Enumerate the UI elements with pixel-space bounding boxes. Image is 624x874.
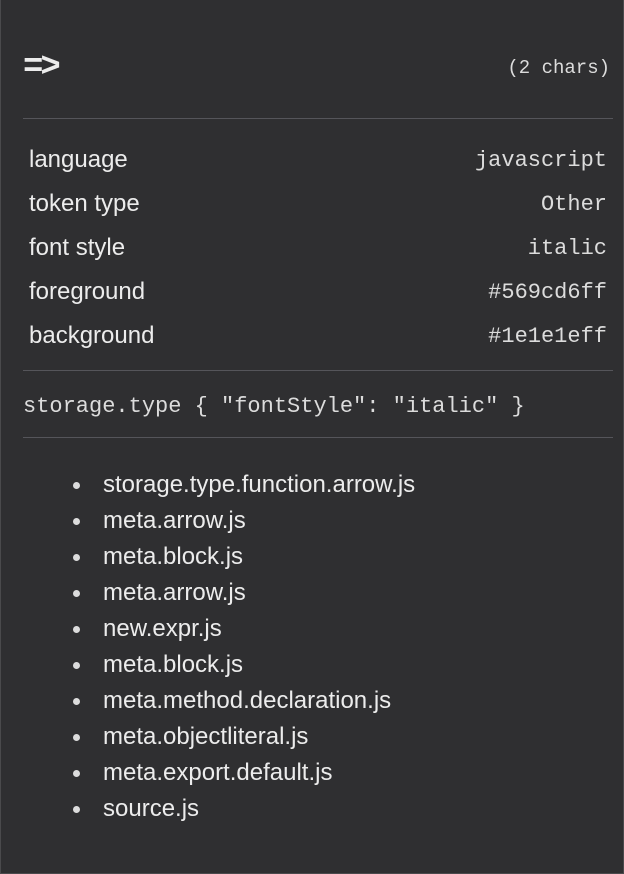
property-label: token type (29, 190, 140, 217)
scope-name: meta.arrow.js (103, 507, 246, 534)
property-label: background (29, 322, 155, 349)
bullet-icon (73, 661, 80, 669)
bullet-icon (73, 625, 80, 633)
scope-item: meta.block.js (57, 647, 415, 683)
bullet-icon (73, 805, 80, 813)
property-value: javascript (474, 147, 607, 173)
token-inspector-panel: => (2 chars) language javascript token t… (0, 0, 624, 874)
property-value: italic (527, 235, 607, 261)
scope-name: new.expr.js (103, 615, 222, 642)
scope-name: meta.method.declaration.js (103, 687, 392, 714)
divider (23, 370, 613, 371)
bullet-icon (73, 553, 80, 561)
scope-name: source.js (103, 795, 200, 822)
scope-item: new.expr.js (57, 611, 415, 647)
scope-item: meta.arrow.js (57, 575, 415, 611)
scope-name: meta.block.js (103, 543, 244, 570)
token-text: => (23, 49, 61, 87)
scope-item: meta.arrow.js (57, 503, 415, 539)
char-count: (2 chars) (507, 57, 610, 79)
scope-item: meta.export.default.js (57, 755, 415, 791)
property-row-foreground: foreground #569cd6ff (29, 270, 607, 314)
property-label: language (29, 146, 128, 173)
token-header: => (2 chars) (23, 46, 610, 90)
property-row-background: background #1e1e1eff (29, 314, 607, 358)
property-value: #569cd6ff (488, 279, 607, 305)
scope-name: meta.arrow.js (103, 579, 246, 606)
scope-item: meta.method.declaration.js (57, 683, 415, 719)
scope-item: meta.block.js (57, 539, 415, 575)
scope-list: storage.type.function.arrow.js meta.arro… (57, 467, 415, 827)
divider (23, 437, 613, 438)
bullet-icon (73, 769, 80, 777)
bullet-icon (73, 697, 80, 705)
scope-name: meta.block.js (103, 651, 244, 678)
scope-name: meta.export.default.js (103, 759, 333, 786)
property-label: foreground (29, 278, 146, 305)
bullet-icon (73, 517, 80, 525)
scope-item: storage.type.function.arrow.js (57, 467, 415, 503)
property-row-token-type: token type Other (29, 182, 607, 226)
scope-name: meta.objectliteral.js (103, 723, 309, 750)
scope-item: meta.objectliteral.js (57, 719, 415, 755)
bullet-icon (73, 589, 80, 597)
bullet-icon (73, 733, 80, 741)
divider (23, 118, 613, 119)
property-label: font style (29, 234, 126, 261)
scope-name: storage.type.function.arrow.js (103, 471, 416, 498)
property-value: #1e1e1eff (488, 323, 607, 349)
token-properties: language javascript token type Other fon… (29, 138, 607, 358)
property-value: Other (540, 191, 607, 217)
scope-item: source.js (57, 791, 415, 827)
bullet-icon (73, 481, 80, 489)
theme-rule: storage.type { "fontStyle": "italic" } (23, 393, 525, 419)
property-row-font-style: font style italic (29, 226, 607, 270)
property-row-language: language javascript (29, 138, 607, 182)
